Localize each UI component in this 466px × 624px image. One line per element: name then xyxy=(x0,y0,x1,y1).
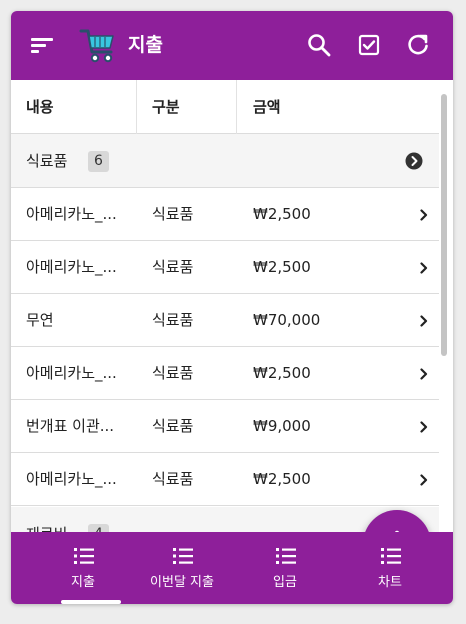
row-name: 번개표 이관... xyxy=(26,417,115,435)
chevron-right-icon xyxy=(420,209,428,221)
chevron-right-icon xyxy=(420,262,428,274)
table-row[interactable]: 아메리카노_... 식료품 ₩2,500 xyxy=(11,453,439,506)
row-amount: ₩2,500 xyxy=(253,364,311,382)
group-label: 재료비 xyxy=(26,507,67,532)
nav-label: 이번달 지출 xyxy=(150,575,214,590)
page-title: 지출 xyxy=(128,34,163,56)
list-icon xyxy=(276,548,296,564)
checkbox-icon[interactable] xyxy=(358,34,380,56)
row-category: 식료품 xyxy=(152,311,194,329)
row-name: 아메리카노_... xyxy=(26,258,117,276)
app-window: 지출 내용 구분 금액 식료품 6 아메리카노_... 식료품 ₩2,500 아… xyxy=(11,11,453,604)
scrollbar[interactable] xyxy=(441,94,447,356)
row-category: 식료품 xyxy=(152,258,194,276)
search-icon[interactable] xyxy=(307,33,331,57)
cart-icon xyxy=(79,29,114,63)
list-icon xyxy=(173,548,193,564)
table-row[interactable]: 번개표 이관... 식료품 ₩9,000 xyxy=(11,400,439,453)
nav-item-expense[interactable]: 지출 xyxy=(28,532,138,604)
chevron-right-icon xyxy=(420,421,428,433)
group-count-badge: 4 xyxy=(88,524,109,532)
header-divider xyxy=(236,80,237,134)
refresh-icon[interactable] xyxy=(406,33,430,57)
row-amount: ₩2,500 xyxy=(253,205,311,223)
header-category[interactable]: 구분 xyxy=(152,80,180,134)
row-amount: ₩9,000 xyxy=(253,417,311,435)
nav-item-chart[interactable]: 차트 xyxy=(335,532,445,604)
chevron-right-icon xyxy=(420,368,428,380)
group-count-badge: 6 xyxy=(88,151,109,172)
app-bar: 지출 xyxy=(11,11,453,80)
list-icon xyxy=(381,548,401,564)
row-name: 아메리카노_... xyxy=(26,205,117,223)
row-category: 식료품 xyxy=(152,364,194,382)
table-row[interactable]: 아메리카노_... 식료품 ₩2,500 xyxy=(11,347,439,400)
nav-item-income[interactable]: 입금 xyxy=(230,532,340,604)
header-divider xyxy=(136,80,137,134)
active-tab-indicator xyxy=(61,600,121,604)
row-name: 아메리카노_... xyxy=(26,364,117,382)
row-amount: ₩2,500 xyxy=(253,470,311,488)
nav-label: 지출 xyxy=(71,575,95,590)
chevron-right-icon xyxy=(420,315,428,327)
nav-label: 차트 xyxy=(378,575,402,590)
row-category: 식료품 xyxy=(152,470,194,488)
nav-label: 입금 xyxy=(273,575,297,590)
bottom-nav: 지출 이번달 지출 입금 차트 xyxy=(11,532,453,604)
header-name[interactable]: 내용 xyxy=(26,80,54,134)
table-row[interactable]: 무연 식료품 ₩70,000 xyxy=(11,294,439,347)
table-header: 내용 구분 금액 xyxy=(11,80,439,134)
table-row[interactable]: 아메리카노_... 식료품 ₩2,500 xyxy=(11,188,439,241)
row-category: 식료품 xyxy=(152,205,194,223)
row-amount: ₩2,500 xyxy=(253,258,311,276)
row-category: 식료품 xyxy=(152,417,194,435)
list-icon xyxy=(74,548,94,564)
expand-arrow-icon[interactable] xyxy=(405,152,423,170)
table-row[interactable]: 아메리카노_... 식료품 ₩2,500 xyxy=(11,241,439,294)
nav-item-this-month[interactable]: 이번달 지출 xyxy=(127,532,237,604)
row-amount: ₩70,000 xyxy=(253,311,321,329)
sort-icon[interactable] xyxy=(31,34,55,56)
group-header[interactable]: 식료품 6 xyxy=(11,134,439,188)
row-name: 아메리카노_... xyxy=(26,470,117,488)
chevron-right-icon xyxy=(420,474,428,486)
group-label: 식료품 xyxy=(26,152,68,170)
expense-list: 내용 구분 금액 식료품 6 아메리카노_... 식료품 ₩2,500 아메리카… xyxy=(11,80,453,532)
row-name: 무연 xyxy=(26,311,54,329)
header-amount[interactable]: 금액 xyxy=(253,80,281,134)
